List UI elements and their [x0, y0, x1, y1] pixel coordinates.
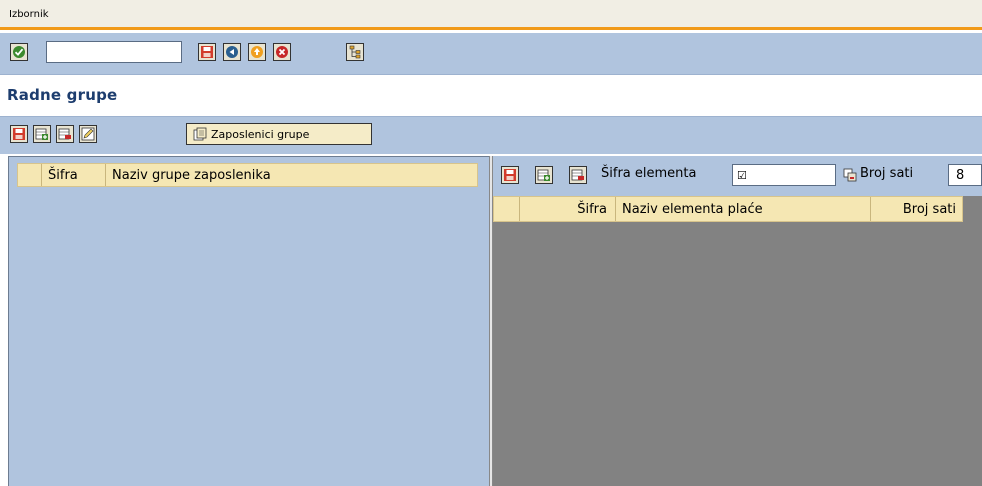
cancel-button[interactable] [273, 43, 291, 61]
add-row-icon [537, 169, 550, 181]
delete-row-button[interactable] [56, 125, 74, 143]
edit-icon [81, 127, 95, 141]
enter-icon [13, 46, 25, 58]
save-icon [13, 128, 25, 140]
save-icon [201, 46, 213, 58]
broj-sati-label: Broj sati [860, 166, 914, 181]
system-toolbar [0, 33, 982, 75]
sifra-elementa-label: Šifra elementa [601, 166, 697, 181]
add-row-button[interactable] [33, 125, 51, 143]
elements-table-body [493, 222, 982, 486]
employees-icon [193, 127, 207, 141]
accent-line [0, 27, 982, 30]
save-elements-button[interactable] [501, 166, 519, 184]
copy-icon[interactable] [843, 168, 857, 182]
edit-button[interactable] [79, 125, 97, 143]
column-header-sifra[interactable]: Šifra [42, 164, 106, 186]
save-group-button[interactable] [10, 125, 28, 143]
column-header-sifra[interactable]: Šifra [520, 197, 616, 221]
hierarchy-icon [349, 45, 361, 59]
sifra-elementa-input[interactable]: ☑ [732, 164, 836, 186]
broj-sati-input[interactable]: 8 [948, 164, 982, 186]
add-row-icon [35, 128, 48, 140]
hierarchy-button[interactable] [346, 43, 364, 61]
page-title: Radne grupe [7, 86, 118, 104]
zaposlenici-grupe-label: Zaposlenici grupe [211, 127, 310, 141]
zaposlenici-grupe-button[interactable]: Zaposlenici grupe [186, 123, 372, 145]
table-header-filler [963, 196, 982, 222]
menu-izbornik[interactable]: Izbornik [9, 9, 49, 20]
delete-row-icon [571, 169, 584, 181]
back-icon [226, 46, 238, 58]
save-icon [504, 169, 516, 181]
elements-panel: Šifra elementa ☑ Broj sati 8 Šifra Naziv… [493, 156, 982, 486]
elements-table-header: Šifra Naziv elementa plaće Broj sati [493, 196, 963, 222]
column-header-naziv-elementa[interactable]: Naziv elementa plaće [616, 197, 871, 221]
elements-toolbar: Šifra elementa ☑ Broj sati 8 [493, 156, 982, 196]
column-header-broj-sati[interactable]: Broj sati [871, 197, 962, 221]
delete-element-button[interactable] [569, 166, 587, 184]
command-field[interactable] [46, 41, 182, 63]
delete-row-icon [58, 128, 71, 140]
add-element-button[interactable] [535, 166, 553, 184]
enter-button[interactable] [10, 43, 28, 61]
application-toolbar: Zaposlenici grupe [0, 116, 982, 154]
select-all-column[interactable] [494, 197, 520, 221]
menu-bar: Izbornik [0, 0, 982, 30]
exit-button[interactable] [248, 43, 266, 61]
back-button[interactable] [223, 43, 241, 61]
cancel-icon [276, 46, 288, 58]
select-all-column[interactable] [18, 164, 42, 186]
column-header-naziv-grupe[interactable]: Naziv grupe zaposlenika [106, 164, 271, 186]
exit-icon [251, 46, 263, 58]
save-button[interactable] [198, 43, 216, 61]
groups-panel: Šifra Naziv grupe zaposlenika [8, 156, 489, 486]
groups-table-header: Šifra Naziv grupe zaposlenika [17, 163, 478, 187]
